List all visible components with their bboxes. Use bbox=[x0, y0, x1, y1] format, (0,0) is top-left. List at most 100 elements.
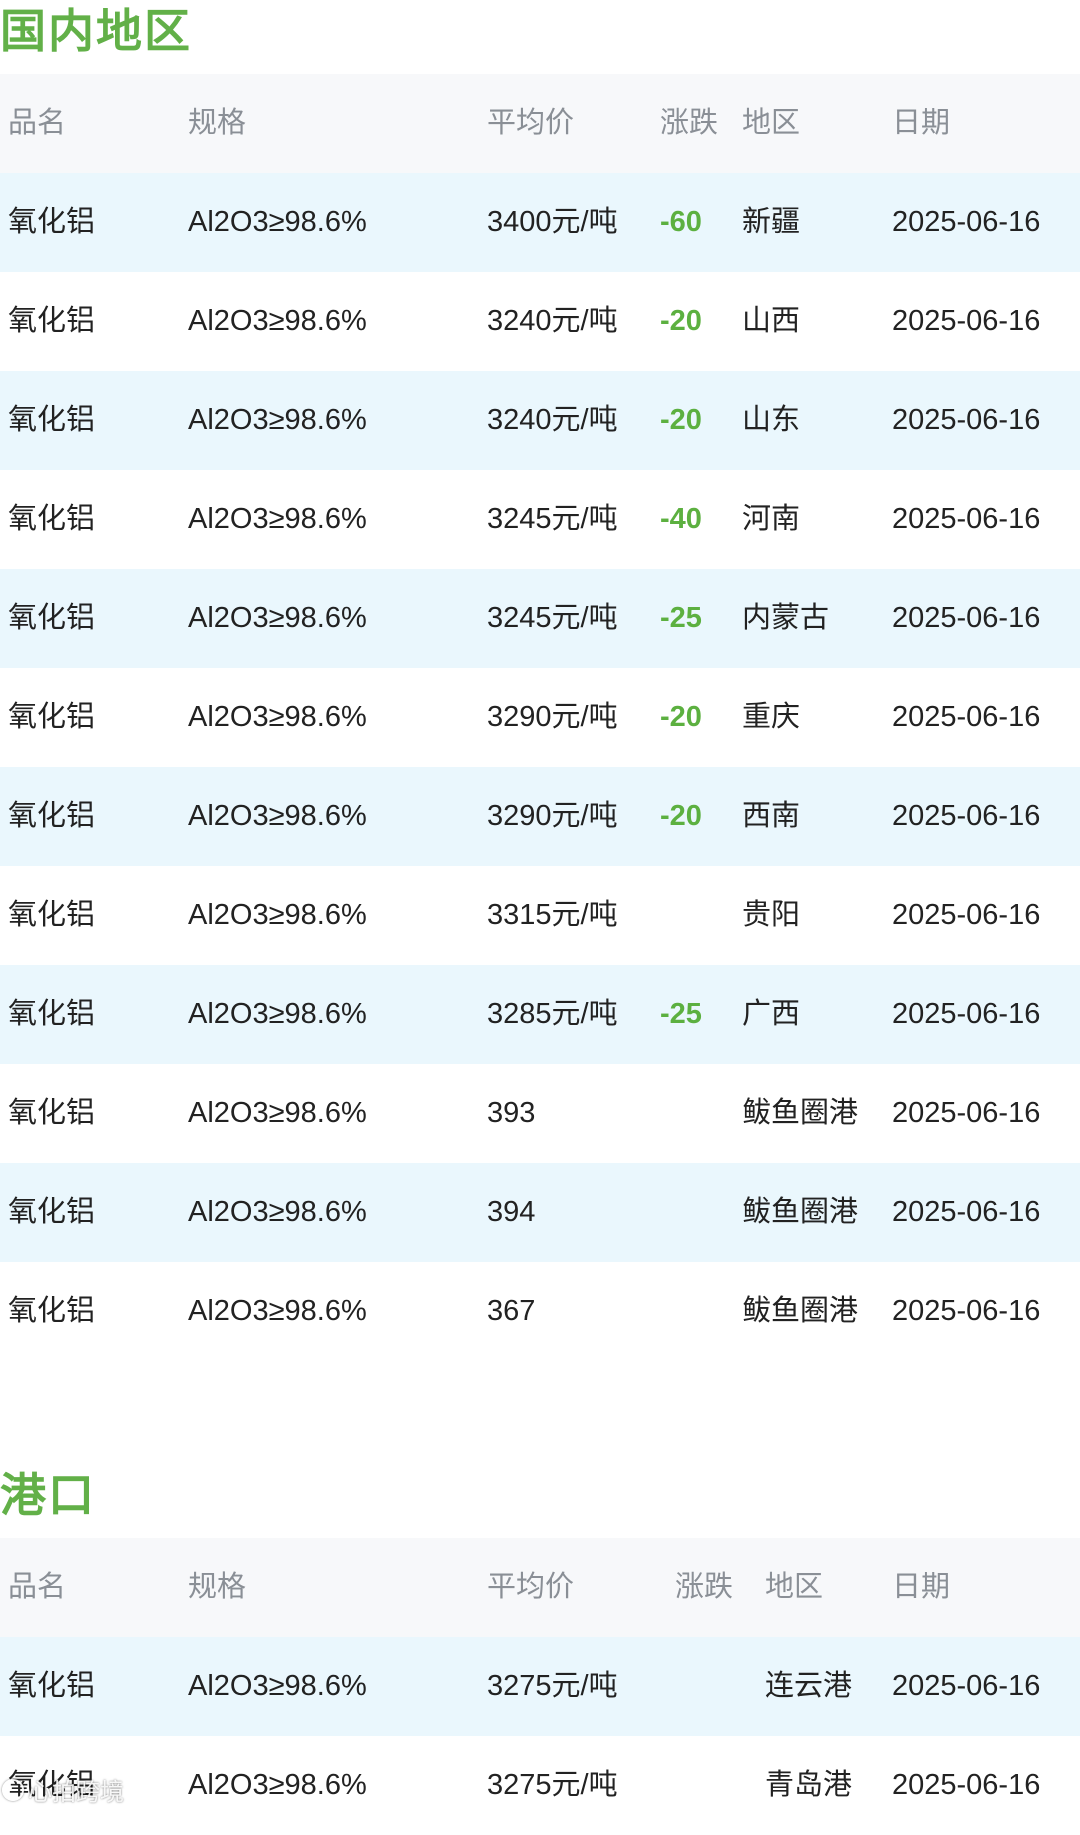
table-row: 氧化铝 Al2O3≥98.6% 3245元/吨 -25 内蒙古 2025-06-16 bbox=[0, 569, 1080, 668]
cell-date: 2025-06-16 bbox=[892, 800, 1041, 832]
watermark: 心拍跨境 bbox=[2, 1772, 124, 1807]
cell-price: 3290元/吨 bbox=[487, 800, 618, 832]
cell-date: 2025-06-16 bbox=[892, 206, 1041, 238]
cell-spec: Al2O3≥98.6% bbox=[188, 899, 367, 931]
cell-date: 2025-06-16 bbox=[892, 305, 1041, 337]
cell-date: 2025-06-16 bbox=[892, 1097, 1041, 1129]
cell-date: 2025-06-16 bbox=[892, 701, 1041, 733]
cell-date: 2025-06-16 bbox=[892, 602, 1041, 634]
cell-spec: Al2O3≥98.6% bbox=[188, 404, 367, 436]
cell-region: 鲅鱼圈港 bbox=[742, 1295, 859, 1327]
table-row: 氧化铝 Al2O3≥98.6% 367 鲅鱼圈港 2025-06-16 bbox=[0, 1262, 1080, 1361]
cell-price: 367 bbox=[487, 1295, 536, 1327]
cell-price: 3285元/吨 bbox=[487, 998, 618, 1030]
cell-change: -25 bbox=[660, 998, 702, 1030]
table-header-row: 品名 规格 平均价 涨跌 地区 日期 bbox=[0, 1538, 1080, 1637]
table-row: 氧化铝 Al2O3≥98.6% 3275元/吨 青岛港 2025-06-16 bbox=[0, 1736, 1080, 1835]
cell-spec: Al2O3≥98.6% bbox=[188, 305, 367, 337]
cell-name: 氧化铝 bbox=[8, 1097, 96, 1129]
cell-price: 3240元/吨 bbox=[487, 404, 618, 436]
table-row: 氧化铝 Al2O3≥98.6% 3315元/吨 贵阳 2025-06-16 bbox=[0, 866, 1080, 965]
cell-spec: Al2O3≥98.6% bbox=[188, 503, 367, 535]
table-row: 氧化铝 Al2O3≥98.6% 3290元/吨 -20 重庆 2025-06-16 bbox=[0, 668, 1080, 767]
table-row: 氧化铝 Al2O3≥98.6% 394 鲅鱼圈港 2025-06-16 bbox=[0, 1163, 1080, 1262]
cell-region: 连云港 bbox=[765, 1670, 853, 1702]
cell-change: -20 bbox=[660, 305, 702, 337]
cell-region: 山西 bbox=[742, 305, 801, 337]
cell-spec: Al2O3≥98.6% bbox=[188, 1097, 367, 1129]
cell-date: 2025-06-16 bbox=[892, 1769, 1041, 1801]
cell-spec: Al2O3≥98.6% bbox=[188, 1769, 367, 1801]
cell-name: 氧化铝 bbox=[8, 1295, 96, 1327]
cell-name: 氧化铝 bbox=[8, 998, 96, 1030]
watermark-text: 心拍跨境 bbox=[28, 1779, 124, 1806]
cell-name: 氧化铝 bbox=[8, 503, 96, 535]
cell-price: 3245元/吨 bbox=[487, 602, 618, 634]
table-row: 氧化铝 Al2O3≥98.6% 3240元/吨 -20 山东 2025-06-16 bbox=[0, 371, 1080, 470]
cell-change: -20 bbox=[660, 404, 702, 436]
cell-date: 2025-06-16 bbox=[892, 1670, 1041, 1702]
cell-region: 贵阳 bbox=[742, 899, 801, 931]
cell-price: 3245元/吨 bbox=[487, 503, 618, 535]
cell-change: -20 bbox=[660, 800, 702, 832]
weibo-logo-icon bbox=[2, 1778, 24, 1801]
cell-spec: Al2O3≥98.6% bbox=[188, 701, 367, 733]
header-region: 地区 bbox=[742, 107, 801, 139]
cell-region: 重庆 bbox=[742, 701, 801, 733]
cell-region: 新疆 bbox=[742, 206, 801, 238]
cell-spec: Al2O3≥98.6% bbox=[188, 998, 367, 1030]
cell-name: 氧化铝 bbox=[8, 602, 96, 634]
cell-name: 氧化铝 bbox=[8, 701, 96, 733]
cell-name: 氧化铝 bbox=[8, 899, 96, 931]
header-change: 涨跌 bbox=[675, 1571, 734, 1603]
cell-spec: Al2O3≥98.6% bbox=[188, 1670, 367, 1702]
cell-change: -25 bbox=[660, 602, 702, 634]
cell-date: 2025-06-16 bbox=[892, 1196, 1041, 1228]
table-row: 氧化铝 Al2O3≥98.6% 3290元/吨 -20 西南 2025-06-16 bbox=[0, 767, 1080, 866]
cell-change: -60 bbox=[660, 206, 702, 238]
cell-region: 鲅鱼圈港 bbox=[742, 1097, 859, 1129]
cell-spec: Al2O3≥98.6% bbox=[188, 800, 367, 832]
cell-name: 氧化铝 bbox=[8, 1196, 96, 1228]
table-row: 氧化铝 Al2O3≥98.6% 393 鲅鱼圈港 2025-06-16 bbox=[0, 1064, 1080, 1163]
cell-price: 3400元/吨 bbox=[487, 206, 618, 238]
cell-change: -20 bbox=[660, 701, 702, 733]
header-region: 地区 bbox=[765, 1571, 824, 1603]
port-section-title: 港口 bbox=[0, 1469, 96, 1521]
cell-spec: Al2O3≥98.6% bbox=[188, 206, 367, 238]
cell-date: 2025-06-16 bbox=[892, 503, 1041, 535]
cell-region: 山东 bbox=[742, 404, 801, 436]
cell-price: 394 bbox=[487, 1196, 536, 1228]
cell-price: 3290元/吨 bbox=[487, 701, 618, 733]
cell-date: 2025-06-16 bbox=[892, 998, 1041, 1030]
cell-name: 氧化铝 bbox=[8, 404, 96, 436]
cell-region: 广西 bbox=[742, 998, 801, 1030]
cell-spec: Al2O3≥98.6% bbox=[188, 602, 367, 634]
cell-date: 2025-06-16 bbox=[892, 1295, 1041, 1327]
port-price-table: 品名 规格 平均价 涨跌 地区 日期 氧化铝 Al2O3≥98.6% 3275元/吨… bbox=[0, 1538, 1080, 1835]
cell-price: 393 bbox=[487, 1097, 536, 1129]
cell-spec: Al2O3≥98.6% bbox=[188, 1196, 367, 1228]
cell-region: 内蒙古 bbox=[742, 602, 830, 634]
header-name: 品名 bbox=[8, 1571, 67, 1603]
cell-region: 河南 bbox=[742, 503, 801, 535]
cell-region: 鲅鱼圈港 bbox=[742, 1196, 859, 1228]
table-row: 氧化铝 Al2O3≥98.6% 3285元/吨 -25 广西 2025-06-16 bbox=[0, 965, 1080, 1064]
header-date: 日期 bbox=[892, 107, 951, 139]
table-row: 氧化铝 Al2O3≥98.6% 3275元/吨 连云港 2025-06-16 bbox=[0, 1637, 1080, 1736]
header-price: 平均价 bbox=[487, 1571, 575, 1603]
cell-name: 氧化铝 bbox=[8, 1670, 96, 1702]
table-row: 氧化铝 Al2O3≥98.6% 3240元/吨 -20 山西 2025-06-16 bbox=[0, 272, 1080, 371]
cell-price: 3275元/吨 bbox=[487, 1769, 618, 1801]
cell-spec: Al2O3≥98.6% bbox=[188, 1295, 367, 1327]
cell-price: 3315元/吨 bbox=[487, 899, 618, 931]
table-row: 氧化铝 Al2O3≥98.6% 3245元/吨 -40 河南 2025-06-16 bbox=[0, 470, 1080, 569]
header-name: 品名 bbox=[8, 107, 67, 139]
domestic-price-table: 品名 规格 平均价 涨跌 地区 日期 氧化铝 Al2O3≥98.6% 3400元/吨… bbox=[0, 74, 1080, 1361]
cell-change: -40 bbox=[660, 503, 702, 535]
header-date: 日期 bbox=[892, 1571, 951, 1603]
cell-date: 2025-06-16 bbox=[892, 404, 1041, 436]
header-change: 涨跌 bbox=[660, 107, 719, 139]
cell-region: 西南 bbox=[742, 800, 801, 832]
cell-name: 氧化铝 bbox=[8, 305, 96, 337]
